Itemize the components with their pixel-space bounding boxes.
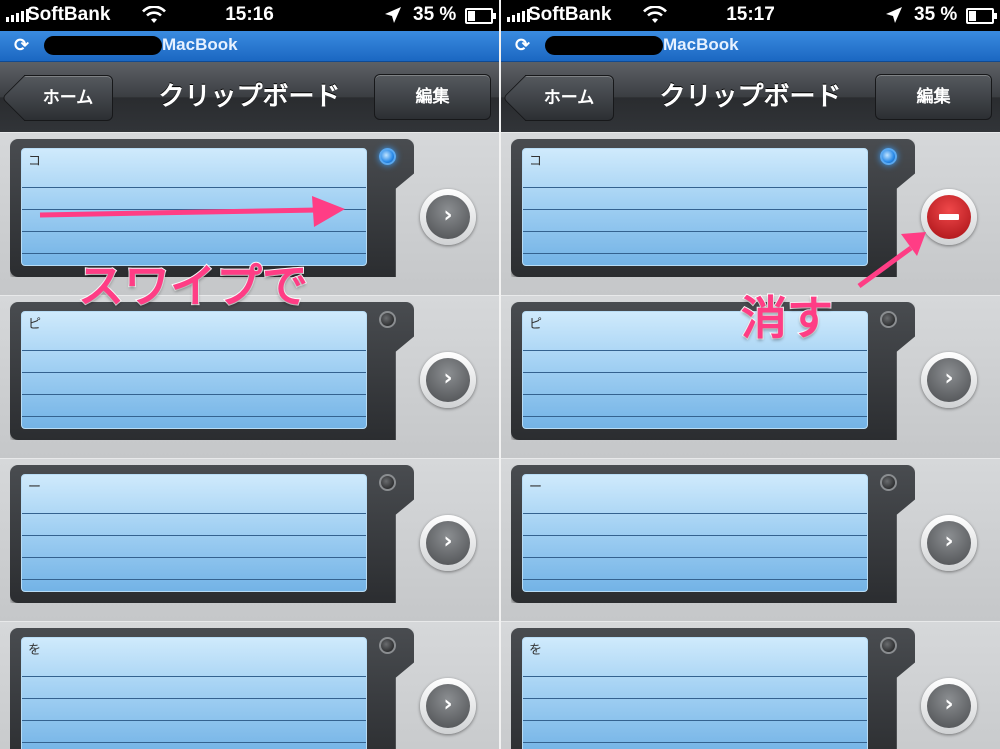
clip-text: を — [529, 643, 543, 658]
swipe-annotation: スワイプで — [77, 258, 309, 314]
clip-panel: を — [511, 628, 915, 749]
clip-notepad[interactable]: を — [522, 637, 868, 749]
detail-button[interactable]: › — [420, 678, 476, 734]
status-led-icon — [379, 148, 396, 165]
status-led-icon — [379, 474, 396, 491]
back-button-label: ホーム — [543, 88, 595, 108]
location-icon — [886, 7, 902, 23]
detail-button[interactable]: › — [921, 352, 977, 408]
clip-row[interactable]: ー › — [0, 458, 499, 622]
status-bar: SoftBank 15:17 35 % — [501, 0, 1000, 31]
chevron-right-icon: › — [426, 521, 470, 565]
screen-after: SoftBank 15:17 35 % ⟳ MacBook ホーム クリップボー… — [501, 0, 1000, 749]
clip-text: コ — [529, 154, 543, 169]
clip-text: を — [28, 643, 42, 658]
clip-panel: コ — [511, 139, 915, 277]
status-led-icon — [379, 637, 396, 654]
clip-row[interactable]: を › — [501, 621, 1000, 749]
screen-before: SoftBank 15:16 35 % ⟳ MacBook ホーム クリップボー… — [0, 0, 499, 749]
redacted-name — [545, 36, 663, 55]
status-led-icon — [880, 474, 897, 491]
status-led-icon — [880, 148, 897, 165]
battery-icon — [465, 8, 496, 24]
clip-text: ピ — [28, 317, 42, 332]
edit-button[interactable]: 編集 — [374, 74, 491, 120]
detail-button[interactable]: › — [420, 352, 476, 408]
chevron-right-icon: › — [426, 684, 470, 728]
detail-button[interactable]: › — [921, 515, 977, 571]
device-name: MacBook — [663, 35, 739, 54]
detail-button[interactable]: › — [420, 515, 476, 571]
sync-icon[interactable]: ⟳ — [14, 35, 29, 56]
status-led-icon — [379, 311, 396, 328]
clip-text: ー — [28, 480, 42, 495]
sync-bar[interactable]: ⟳ MacBook — [0, 31, 499, 62]
clip-panel: ピ — [511, 302, 915, 440]
clip-panel: ー — [10, 465, 414, 603]
clip-text: ピ — [529, 317, 543, 332]
clip-row[interactable]: を › — [0, 621, 499, 749]
clip-notepad[interactable]: を — [21, 637, 367, 749]
clip-text: コ — [28, 154, 42, 169]
clip-notepad[interactable]: コ — [522, 148, 868, 266]
clip-panel: ピ — [10, 302, 414, 440]
chevron-right-icon: › — [927, 684, 971, 728]
status-led-icon — [880, 637, 897, 654]
clip-text: ー — [529, 480, 543, 495]
detail-button[interactable]: › — [921, 678, 977, 734]
chevron-right-icon: › — [426, 358, 470, 402]
sync-icon[interactable]: ⟳ — [515, 35, 530, 56]
sync-bar[interactable]: ⟳ MacBook — [501, 31, 1000, 62]
clip-notepad[interactable]: ー — [21, 474, 367, 592]
status-led-icon — [880, 311, 897, 328]
battery-percent: 35 % — [914, 4, 958, 25]
redacted-name — [44, 36, 162, 55]
chevron-right-icon: › — [426, 195, 470, 239]
status-bar: SoftBank 15:16 35 % — [0, 0, 499, 31]
edit-button[interactable]: 編集 — [875, 74, 992, 120]
detail-button[interactable]: › — [420, 189, 476, 245]
back-button-label: ホーム — [42, 88, 94, 108]
battery-percent: 35 % — [413, 4, 457, 25]
delete-annotation: 消す — [740, 290, 834, 346]
chevron-right-icon: › — [927, 521, 971, 565]
delete-button[interactable] — [921, 189, 977, 245]
delete-icon — [927, 195, 971, 239]
clip-row[interactable]: コ — [501, 132, 1000, 296]
location-icon — [385, 7, 401, 23]
clip-row[interactable]: ピ › — [0, 295, 499, 459]
navigation-bar: ホーム クリップボード 編集 — [0, 62, 499, 134]
chevron-right-icon: › — [927, 358, 971, 402]
clip-panel: を — [10, 628, 414, 749]
clip-row[interactable]: ー › — [501, 458, 1000, 622]
clip-notepad[interactable]: コ — [21, 148, 367, 266]
clip-notepad[interactable]: ピ — [21, 311, 367, 429]
clip-notepad[interactable]: ー — [522, 474, 868, 592]
battery-icon — [966, 8, 997, 24]
clip-panel: ー — [511, 465, 915, 603]
device-name: MacBook — [162, 35, 238, 54]
navigation-bar: ホーム クリップボード 編集 — [501, 62, 1000, 134]
